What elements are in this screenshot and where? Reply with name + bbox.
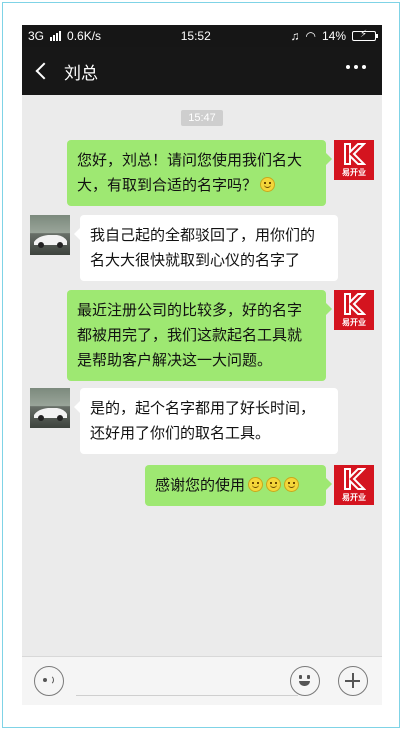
emoji-button[interactable] bbox=[290, 666, 320, 696]
message-line: 是的，起个名字都用了好长时间， bbox=[90, 400, 316, 417]
message-line-text: 大，有取到合适的名字吗？ bbox=[77, 177, 258, 194]
smile-emoji-icon bbox=[260, 177, 276, 192]
brand-k-icon bbox=[344, 143, 366, 165]
contact-avatar[interactable] bbox=[30, 388, 70, 428]
voice-input-button[interactable] bbox=[34, 666, 64, 696]
smile-emoji-icon bbox=[266, 477, 282, 492]
contact-name: 刘总 bbox=[64, 63, 98, 83]
battery-percent: 14% bbox=[321, 29, 346, 43]
status-bar: 3G 0.6K/s 15:52 ♫ ◠ 14% ⚡ bbox=[22, 25, 382, 47]
message-line: 我自己起的全都驳回了，用你们的 bbox=[90, 227, 316, 244]
back-button[interactable] bbox=[22, 62, 62, 80]
network-speed: 0.6K/s bbox=[67, 29, 102, 43]
network-type: 3G bbox=[28, 29, 45, 43]
more-options-button[interactable] bbox=[346, 65, 366, 69]
message-line: 最近注册公司的比较多，好的名字 bbox=[77, 302, 303, 319]
chevron-left-icon bbox=[35, 62, 53, 80]
message-line: 还好用了你们的取名工具。 bbox=[90, 425, 271, 442]
brand-logo-text: 易开业 bbox=[342, 493, 366, 502]
message-line: 都被用完了，我们这款起名工具就 bbox=[77, 327, 303, 344]
wifi-icon: ◠ bbox=[305, 29, 316, 43]
brand-k-icon bbox=[344, 293, 366, 315]
brand-k-icon bbox=[344, 468, 366, 490]
message-line: 名大大很快就取到心仪的名字了 bbox=[90, 252, 301, 269]
chat-area[interactable]: 15:47 您好，刘总！请问您使用我们名大 大，有取到合适的名字吗？ 易开业 我… bbox=[22, 95, 382, 657]
message-line: 是帮助客户解决这一大问题。 bbox=[77, 352, 273, 369]
mute-icon: ♫ bbox=[290, 29, 300, 43]
car-photo-icon bbox=[34, 235, 67, 248]
message-bubble-received[interactable]: 我自己起的全都驳回了，用你们的 名大大很快就取到心仪的名字了 bbox=[74, 215, 338, 281]
status-time: 15:52 bbox=[180, 29, 211, 43]
dot bbox=[362, 65, 366, 69]
signal-icon bbox=[50, 31, 62, 41]
voice-dot bbox=[43, 678, 47, 682]
chat-header: 刘总 bbox=[22, 47, 382, 95]
message-bubble-received[interactable]: 是的，起个名字都用了好长时间， 还好用了你们的取名工具。 bbox=[74, 388, 338, 454]
timestamp-chip: 15:47 bbox=[181, 110, 223, 126]
message-input[interactable] bbox=[76, 694, 298, 696]
smile-emoji-icon bbox=[248, 477, 264, 492]
brand-logo-text: 易开业 bbox=[342, 318, 366, 327]
brand-avatar[interactable]: 易开业 bbox=[334, 290, 374, 330]
car-photo-icon bbox=[34, 408, 67, 421]
message-line: 大，有取到合适的名字吗？ bbox=[77, 173, 316, 198]
dot bbox=[354, 65, 358, 69]
contact-avatar[interactable] bbox=[30, 215, 70, 255]
message-line-text: 感谢您的使用 bbox=[155, 477, 246, 494]
brand-avatar[interactable]: 易开业 bbox=[334, 465, 374, 505]
smile-emoji-icon bbox=[284, 477, 300, 492]
brand-avatar[interactable]: 易开业 bbox=[334, 140, 374, 180]
brand-logo-text: 易开业 bbox=[342, 168, 366, 177]
input-bar bbox=[22, 656, 382, 705]
phone-screen: 3G 0.6K/s 15:52 ♫ ◠ 14% ⚡ 刘总 15:47 您好，刘总… bbox=[22, 25, 382, 705]
dot bbox=[346, 65, 350, 69]
battery-icon: ⚡ bbox=[352, 29, 378, 41]
message-line: 感谢您的使用 bbox=[155, 473, 316, 498]
message-bubble-sent[interactable]: 感谢您的使用 bbox=[145, 465, 332, 506]
message-bubble-sent[interactable]: 您好，刘总！请问您使用我们名大 大，有取到合适的名字吗？ bbox=[67, 140, 332, 206]
message-bubble-sent[interactable]: 最近注册公司的比较多，好的名字 都被用完了，我们这款起名工具就 是帮助客户解决这… bbox=[67, 290, 332, 381]
more-attachments-button[interactable] bbox=[338, 666, 368, 696]
message-line: 您好，刘总！请问您使用我们名大 bbox=[77, 152, 303, 169]
